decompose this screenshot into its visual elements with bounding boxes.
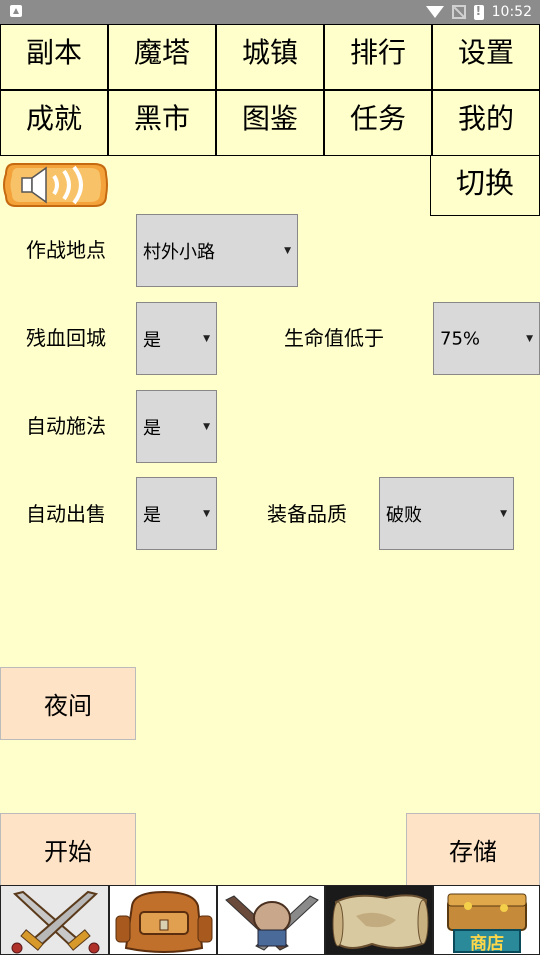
battle-location-select[interactable]: 村外小路 ▼ [136,214,298,287]
nav-town[interactable]: 城镇 [216,24,324,90]
main-nav-grid: 副本 魔塔 城镇 排行 设置 成就 黑市 图鉴 任务 我的 [0,24,540,156]
status-bar: 10:52 [0,0,540,24]
status-icons: 10:52 [425,2,532,22]
equip-quality-value: 破败 [386,504,422,526]
battery-alert-icon [473,4,484,20]
dropdown-arrow-icon: ▼ [203,421,210,432]
bottom-edge [0,955,540,960]
night-mode-button[interactable]: 夜间 [0,667,136,740]
equip-quality-select[interactable]: 破败 ▼ [379,477,514,550]
dropdown-arrow-icon: ▼ [526,333,533,344]
dropdown-arrow-icon: ▼ [203,508,210,519]
auto-cast-select[interactable]: 是 ▼ [136,390,217,463]
hp-below-value: 75% [440,328,481,349]
low-hp-return-value: 是 [143,329,161,351]
low-hp-return-select[interactable]: 是 ▼ [136,302,217,375]
nav-settings[interactable]: 设置 [432,24,540,90]
fist-weapons-icon[interactable] [217,885,325,955]
battle-location-value: 村外小路 [143,241,215,263]
auto-cast-label: 自动施法 [26,414,106,438]
no-signal-icon [451,5,466,19]
save-button[interactable]: 存储 [406,813,540,886]
auto-sell-label: 自动出售 [26,502,106,526]
nav-magic-tower[interactable]: 魔塔 [108,24,216,90]
nav-profile[interactable]: 我的 [432,90,540,156]
auto-sell-select[interactable]: 是 ▼ [136,477,217,550]
nav-achievements[interactable]: 成就 [0,90,108,156]
nav-dungeon[interactable]: 副本 [0,24,108,90]
equip-quality-label: 装备品质 [267,502,347,526]
nav-black-market[interactable]: 黑市 [108,90,216,156]
dropdown-arrow-icon: ▼ [203,333,210,344]
swords-icon[interactable] [0,885,109,955]
nav-codex[interactable]: 图鉴 [216,90,324,156]
backpack-icon[interactable] [109,885,217,955]
scroll-map-icon[interactable] [325,885,433,955]
auto-cast-value: 是 [143,417,161,439]
auto-sell-value: 是 [143,504,161,526]
shop-sign-text: 商店 [470,933,504,954]
switch-button[interactable]: 切换 [430,156,540,216]
nav-ranking[interactable]: 排行 [324,24,432,90]
battle-location-label: 作战地点 [26,238,106,262]
shop-chest-icon[interactable]: 商店 [433,885,540,955]
bottom-toolbar: 商店 [0,885,540,955]
nav-quests[interactable]: 任务 [324,90,432,156]
app-notification-icon [10,5,22,17]
hp-below-label: 生命值低于 [284,326,384,350]
wifi-icon [425,6,444,18]
low-hp-return-label: 残血回城 [26,326,106,350]
speaker-icon[interactable] [2,158,108,212]
dropdown-arrow-icon: ▼ [500,508,507,519]
clock: 10:52 [491,4,532,20]
start-button[interactable]: 开始 [0,813,136,886]
hp-below-select[interactable]: 75% ▼ [433,302,540,375]
dropdown-arrow-icon: ▼ [284,245,291,256]
